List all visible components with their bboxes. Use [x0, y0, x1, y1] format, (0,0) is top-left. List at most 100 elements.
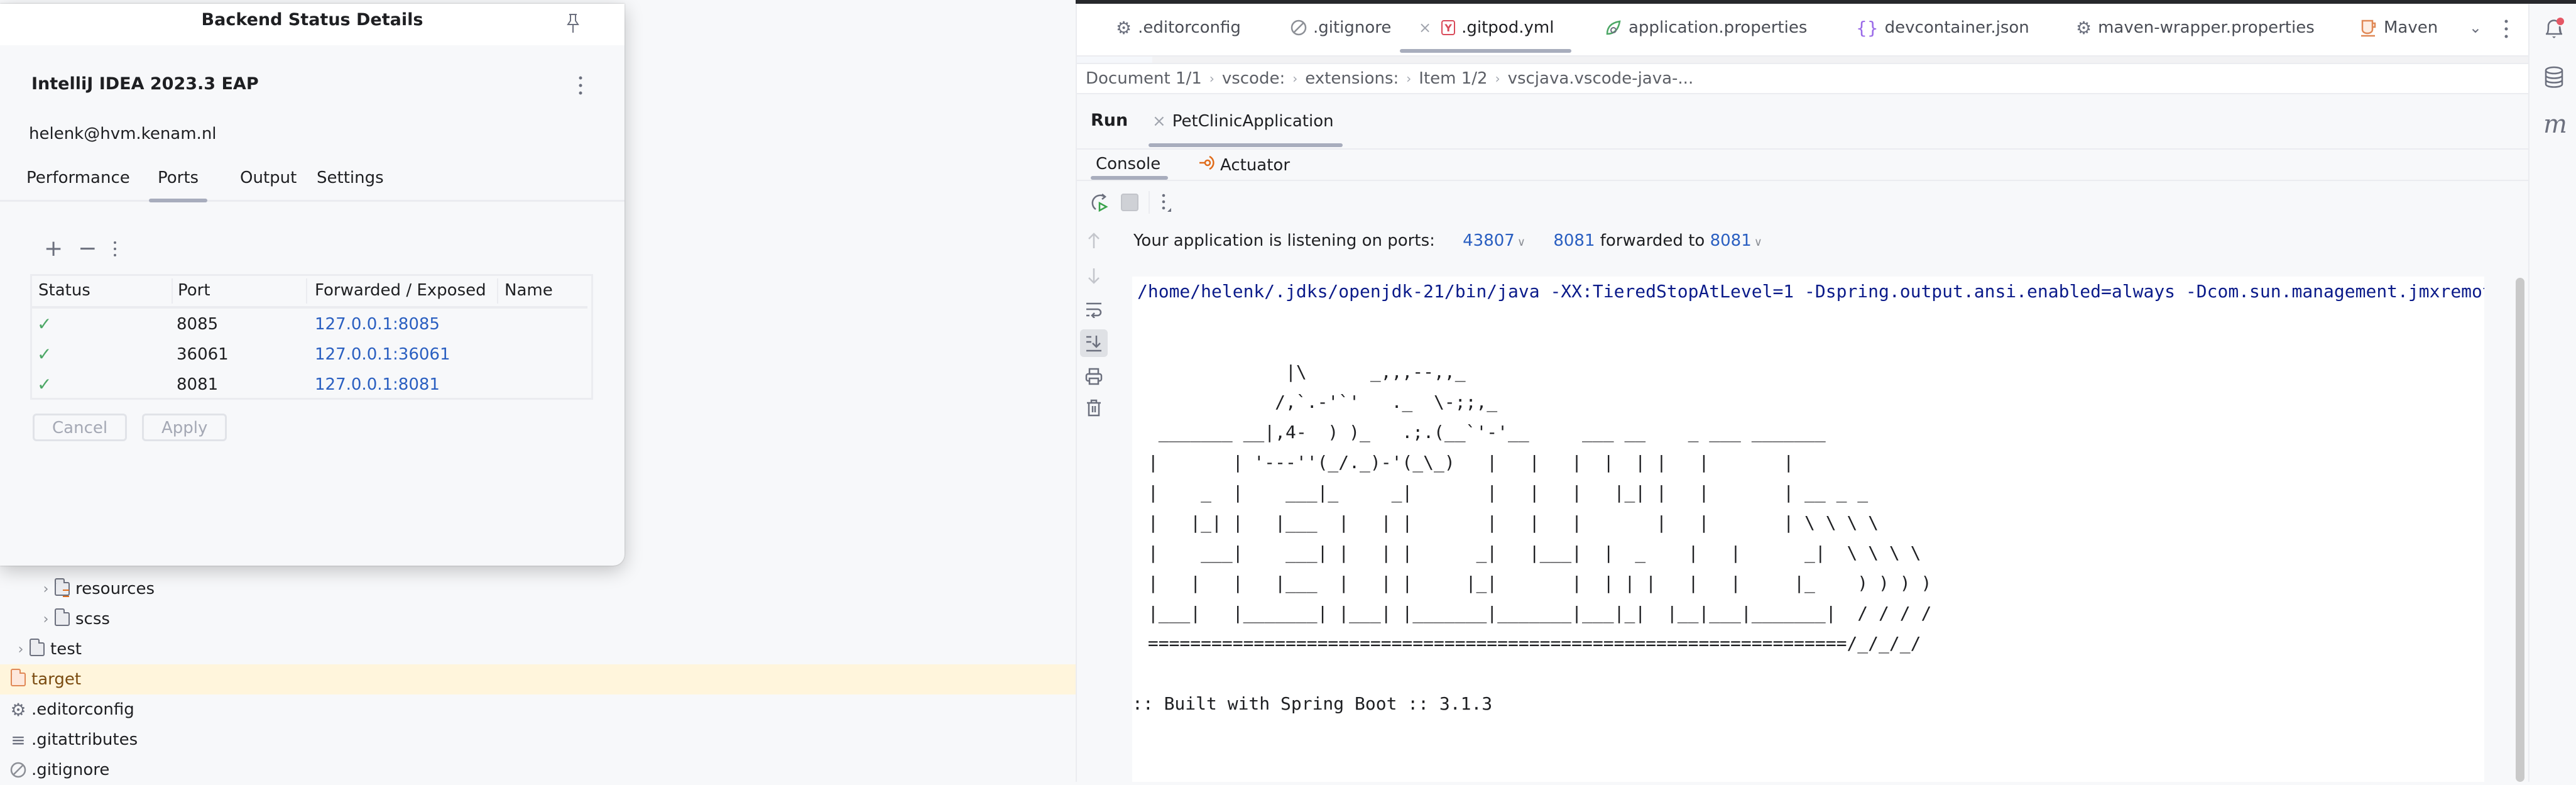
tree-item-label: test [50, 640, 82, 659]
more-options-icon[interactable] [1160, 192, 1172, 213]
more-options-icon[interactable] [112, 240, 118, 258]
tab-label: devcontainer.json [1884, 18, 2029, 37]
tab-application-properties[interactable]: application.properties [1605, 15, 1807, 40]
gear-icon: ⚙ [1116, 17, 1132, 38]
tree-item-resources[interactable]: › resources [0, 574, 1076, 604]
gear-icon: ⚙ [2076, 17, 2092, 38]
forwarded-link[interactable]: 127.0.0.1:8085 [315, 315, 440, 334]
spring-banner: |\ _,,,--,,_ /,`.-'`' ._ \-;;,_ _______ … [1147, 361, 1932, 654]
popup-tabs: Performance Ports Output Settings [0, 165, 625, 202]
tree-item-scss[interactable]: › scss [0, 604, 1076, 634]
console-output[interactable]: /home/helenk/.jdks/openjdk-21/bin/java -… [1132, 277, 2484, 782]
port-value: 36061 [177, 345, 229, 364]
table-row[interactable]: ✓ 8081 127.0.0.1:8081 [32, 371, 591, 400]
tab-settings[interactable]: Settings [317, 168, 384, 199]
tree-item-editorconfig[interactable]: ⚙ .editorconfig [0, 694, 1076, 725]
editor-area: ⚙ .editorconfig .gitignore × Y .gitpod.y… [1076, 4, 2528, 782]
console-scrollbar[interactable] [2516, 278, 2524, 782]
listening-ports-banner: Your application is listening on ports: … [1133, 231, 1762, 250]
tab-output[interactable]: Output [240, 168, 297, 199]
breadcrumb-item[interactable]: Document 1/1 [1086, 69, 1202, 88]
column-status[interactable]: Status [38, 281, 90, 300]
database-icon[interactable] [2543, 65, 2565, 91]
port-value: 8085 [177, 315, 219, 334]
port-link[interactable]: 8081 [1553, 231, 1595, 250]
spring-boot-version: :: Built with Spring Boot :: 3.1.3 [1132, 693, 1493, 714]
tab-maven-wrapper-properties[interactable]: ⚙ maven-wrapper.properties [2076, 15, 2315, 40]
trash-icon[interactable] [1084, 398, 1103, 417]
run-tool-window-header: Run × PetClinicApplication [1077, 96, 2528, 150]
pin-icon[interactable] [565, 13, 581, 34]
tab-console[interactable]: Console [1090, 155, 1169, 180]
stop-icon[interactable] [1121, 194, 1138, 211]
column-port[interactable]: Port [178, 281, 210, 300]
breadcrumb-item[interactable]: vscjava.vscode-java-... [1508, 69, 1694, 88]
table-row[interactable]: ✓ 8085 127.0.0.1:8085 [32, 311, 591, 340]
chevron-right-icon: › [1292, 71, 1298, 86]
column-forwarded[interactable]: Forwarded / Exposed [315, 281, 486, 300]
chevron-right-icon: › [1209, 71, 1214, 86]
tree-item-label: .editorconfig [31, 700, 134, 719]
tree-item-label: scss [75, 610, 110, 629]
chevron-down-icon[interactable]: ∨ [1754, 236, 1762, 249]
soft-wrap-icon[interactable] [1084, 300, 1103, 319]
close-icon[interactable]: × [1152, 112, 1166, 131]
arrow-down-icon[interactable] [1084, 266, 1103, 285]
tab-actuator[interactable]: Actuator [1199, 155, 1290, 175]
tab-label: .editorconfig [1138, 18, 1241, 37]
tree-item-gitignore[interactable]: .gitignore [0, 755, 1076, 785]
run-sub-tabs: Console Actuator [1077, 150, 2528, 181]
backend-status-popup: Backend Status Details IntelliJ IDEA 202… [0, 4, 625, 566]
port-link[interactable]: 43807 [1463, 231, 1515, 250]
chevron-right-icon[interactable]: › [39, 581, 53, 597]
tab-ports[interactable]: Ports [148, 168, 208, 202]
tab-gitpod-yml[interactable]: × Y .gitpod.yml [1399, 15, 1572, 53]
chevron-down-icon[interactable]: ⌄ [2469, 19, 2482, 36]
tab-scrollbar[interactable] [1077, 57, 2528, 64]
breadcrumb-item[interactable]: extensions: [1305, 69, 1399, 88]
column-name[interactable]: Name [505, 281, 553, 300]
spring-icon [1605, 19, 1622, 36]
arrow-up-icon[interactable] [1084, 231, 1103, 250]
cancel-button[interactable]: Cancel [33, 414, 128, 441]
print-icon[interactable] [1084, 367, 1103, 386]
tab-label: Maven [2384, 18, 2438, 37]
user-email: helenk@hvm.kenam.nl [29, 124, 217, 143]
ide-name: IntelliJ IDEA 2023.3 EAP [31, 74, 259, 94]
table-row[interactable]: ✓ 36061 127.0.0.1:36061 [32, 341, 591, 370]
text-lines-icon: ≡ [11, 729, 26, 750]
port-link[interactable]: 8081 [1710, 231, 1752, 250]
maven-icon[interactable]: m [2543, 112, 2567, 137]
command-line: /home/helenk/.jdks/openjdk-21/bin/java -… [1137, 281, 2484, 302]
tree-item-gitattributes[interactable]: ≡ .gitattributes [0, 725, 1076, 755]
chevron-right-icon[interactable]: › [14, 642, 28, 657]
run-config-label: PetClinicApplication [1172, 112, 1334, 131]
tree-item-target[interactable]: target [0, 664, 1076, 694]
run-config-tab[interactable]: × PetClinicApplication [1149, 112, 1343, 147]
notifications-icon[interactable] [2543, 16, 2565, 41]
apply-button[interactable]: Apply [142, 414, 227, 441]
scroll-to-end-icon[interactable] [1080, 329, 1108, 357]
tab-devcontainer-json[interactable]: {} devcontainer.json [1856, 15, 2029, 40]
tab-performance[interactable]: Performance [26, 168, 130, 199]
tab-editorconfig[interactable]: ⚙ .editorconfig [1116, 15, 1241, 40]
more-options-icon[interactable] [2503, 18, 2509, 40]
tree-item-test[interactable]: › test [0, 634, 1076, 664]
more-options-icon[interactable] [577, 74, 584, 97]
add-port-button[interactable]: + [44, 238, 63, 260]
close-icon[interactable]: × [1419, 19, 1431, 36]
tab-label: application.properties [1629, 18, 1808, 37]
breadcrumb-item[interactable]: Item 1/2 [1419, 69, 1487, 88]
breadcrumb: Document 1/1 › vscode: › extensions: › I… [1077, 64, 2528, 94]
remove-port-button[interactable]: − [78, 238, 97, 260]
chevron-down-icon[interactable]: ∨ [1517, 236, 1525, 249]
ignore-icon [9, 760, 28, 779]
breadcrumb-item[interactable]: vscode: [1222, 69, 1285, 88]
tab-maven[interactable]: Maven [2360, 15, 2438, 40]
chevron-right-icon[interactable]: › [39, 612, 53, 627]
forwarded-link[interactable]: 127.0.0.1:36061 [315, 345, 450, 364]
java-cup-icon [2360, 18, 2377, 37]
tab-gitignore[interactable]: .gitignore [1291, 15, 1391, 40]
chevron-right-icon: › [1495, 71, 1500, 86]
forwarded-link[interactable]: 127.0.0.1:8081 [315, 375, 440, 394]
